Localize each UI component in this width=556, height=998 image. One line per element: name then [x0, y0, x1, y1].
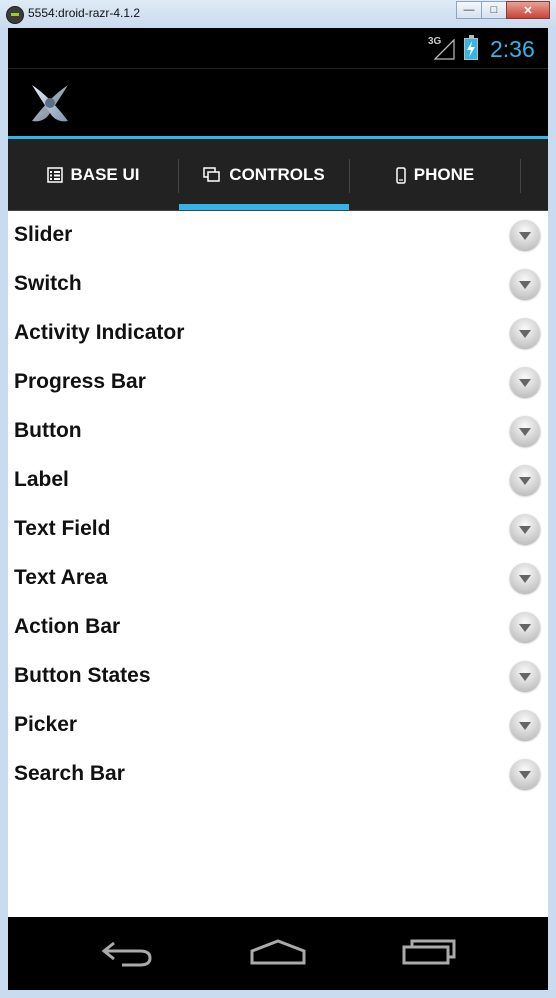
emulator-icon [6, 6, 24, 24]
expand-chevron-icon[interactable] [510, 367, 540, 397]
list-item-label: Activity Indicator [14, 321, 185, 344]
action-bar [8, 69, 548, 137]
list-item-label: Text Area [14, 566, 108, 589]
expand-chevron-icon[interactable] [510, 514, 540, 544]
list-item-label: Progress Bar [14, 370, 146, 393]
list-item-label: Picker [14, 713, 78, 736]
tab-label: PHONE [413, 165, 475, 184]
tab-controls[interactable]: CONTROLS [179, 139, 349, 211]
status-clock: 2:36 [490, 36, 535, 62]
expand-chevron-icon[interactable] [510, 220, 540, 250]
list-item[interactable]: Picker [8, 701, 548, 750]
list-item[interactable]: Search Bar [8, 750, 548, 799]
expand-chevron-icon[interactable] [510, 759, 540, 789]
window-frame-bottom [0, 990, 556, 998]
list-item-label: Button States [14, 664, 151, 687]
navigation-bar [8, 917, 548, 990]
tab-label: CONTROLS [229, 165, 325, 184]
list-item-label: Text Field [14, 517, 111, 540]
expand-chevron-icon[interactable] [510, 416, 540, 446]
window-frame-right [548, 28, 556, 998]
tab-phone[interactable]: PHONE [350, 139, 520, 211]
home-icon[interactable] [248, 935, 308, 971]
app-logo-icon[interactable] [26, 79, 74, 127]
list-item[interactable]: Switch [8, 260, 548, 309]
expand-chevron-icon[interactable] [510, 465, 540, 495]
window-titlebar[interactable]: 5554:droid-razr-4.1.2 — □ ✕ [0, 0, 556, 28]
list-item[interactable]: Button [8, 407, 548, 456]
minimize-button[interactable]: — [456, 1, 482, 19]
list-item[interactable]: Text Field [8, 505, 548, 554]
expand-chevron-icon[interactable] [510, 563, 540, 593]
window-title: 5554:droid-razr-4.1.2 [28, 6, 141, 20]
expand-chevron-icon[interactable] [510, 269, 540, 299]
list-icon [46, 167, 63, 183]
window-frame-left [0, 28, 8, 998]
expand-chevron-icon[interactable] [510, 661, 540, 691]
tab-bar: BASE UI CONTROLS PHONE [8, 139, 548, 211]
expand-chevron-icon[interactable] [510, 612, 540, 642]
tab-separator [520, 159, 521, 193]
back-icon[interactable] [100, 935, 156, 971]
recents-icon[interactable] [400, 935, 460, 971]
list-item[interactable]: Label [8, 456, 548, 505]
list-item[interactable]: Action Bar [8, 603, 548, 652]
battery-icon [464, 35, 478, 60]
signal-icon [433, 38, 455, 60]
list-item-label: Label [14, 468, 69, 491]
tab-base-ui[interactable]: BASE UI [8, 139, 178, 211]
list-item-label: Switch [14, 272, 82, 295]
list-item-label: Action Bar [14, 615, 121, 638]
windows-icon [203, 167, 221, 182]
list-item[interactable]: Progress Bar [8, 358, 548, 407]
phone-icon [396, 166, 406, 184]
list-item[interactable]: Text Area [8, 554, 548, 603]
controls-list: Slider Switch Activity Indicator Progres… [8, 211, 548, 917]
list-item[interactable]: Activity Indicator [8, 309, 548, 358]
status-bar: 3G 2:36 [8, 28, 548, 69]
close-button[interactable]: ✕ [506, 1, 550, 19]
maximize-button[interactable]: □ [481, 1, 507, 19]
tab-label: BASE UI [70, 165, 140, 184]
list-item[interactable]: Slider [8, 211, 548, 260]
window-controls: — □ ✕ [456, 1, 550, 19]
expand-chevron-icon[interactable] [510, 318, 540, 348]
expand-chevron-icon[interactable] [510, 710, 540, 740]
list-item-label: Slider [14, 223, 73, 246]
list-item[interactable]: Button States [8, 652, 548, 701]
list-item-label: Search Bar [14, 762, 125, 785]
list-item-label: Button [14, 419, 82, 442]
device-screen: 3G 2:36 BASE UI CONTROLS PHONE Slider Sw… [8, 28, 548, 990]
